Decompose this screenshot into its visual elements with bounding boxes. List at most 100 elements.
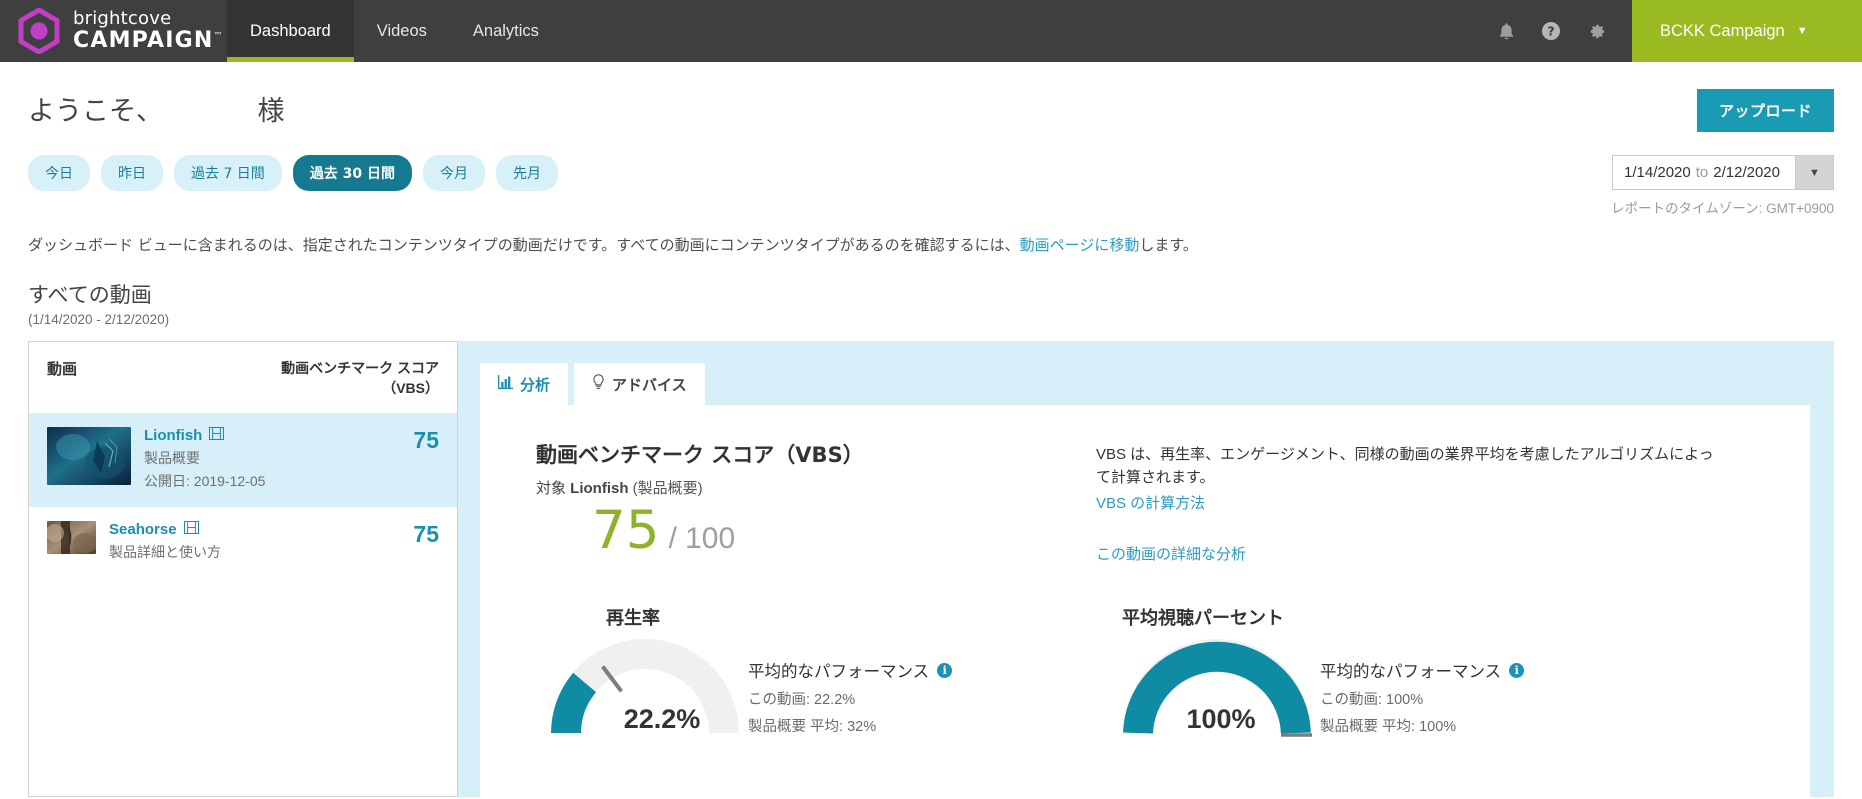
chip-last-7-days[interactable]: 過去 7 日間 bbox=[174, 155, 282, 191]
video-strip-icon bbox=[184, 521, 199, 538]
bell-icon[interactable] bbox=[1498, 22, 1515, 41]
section-subtitle: (1/14/2020 - 2/12/2020) bbox=[28, 312, 1834, 327]
welcome-row: ようこそ、 様 アップロード bbox=[28, 62, 1834, 132]
vbs-score-denominator: / 100 bbox=[668, 522, 735, 556]
gear-icon[interactable] bbox=[1587, 22, 1606, 41]
main-nav-tabs: Dashboard Videos Analytics bbox=[227, 0, 562, 62]
gauge-label-play-rate: 再生率 bbox=[606, 604, 1116, 630]
video-list-item-seahorse[interactable]: Seahorse 製品詳細と使い方 75 bbox=[29, 507, 457, 575]
tab-advice[interactable]: アドバイス bbox=[574, 363, 705, 405]
video-title[interactable]: Seahorse bbox=[109, 521, 388, 538]
video-list-panel: 動画 動画ベンチマーク スコア （VBS） bbox=[28, 341, 458, 797]
column-header-video: 動画 bbox=[47, 358, 77, 399]
gauge-body-avg-view: 100% 平均的なパフォーマンス i この動画: 100% 製品概要 平均: 1… bbox=[1122, 638, 1770, 738]
gauge-line-average: 製品概要 平均: 32% bbox=[748, 715, 952, 736]
nav-tab-dashboard[interactable]: Dashboard bbox=[227, 0, 354, 62]
top-navigation-bar: brightcove CAMPAIGN™ Dashboard Videos An… bbox=[0, 0, 1862, 62]
gauge-value-avg-view: 100% bbox=[1122, 704, 1312, 735]
column-header-vbs-line2: （VBS） bbox=[281, 378, 439, 398]
date-range-from: 1/14/2020 bbox=[1624, 164, 1691, 181]
gauge-line-this-video: この動画: 22.2% bbox=[748, 688, 952, 709]
vbs-subject: 対象 Lionfish (製品概要) bbox=[536, 477, 1096, 498]
chevron-down-icon: ▼ bbox=[1797, 26, 1808, 37]
gauge-chart-avg-view: 100% bbox=[1122, 638, 1312, 738]
chip-last-month[interactable]: 先月 bbox=[496, 155, 558, 191]
chip-last-30-days[interactable]: 過去 30 日間 bbox=[293, 155, 412, 191]
vbs-score-display: 75 / 100 bbox=[536, 504, 1096, 557]
gauge-performance-play-rate: 平均的なパフォーマンス i bbox=[748, 658, 952, 682]
vbs-subject-type: (製品概要) bbox=[629, 480, 703, 497]
nav-right-group: ? BCKK Campaign ▼ bbox=[1498, 0, 1862, 62]
date-range-chip-group: 今日 昨日 過去 7 日間 過去 30 日間 今月 先月 bbox=[28, 155, 558, 191]
analysis-panel-body: 動画ベンチマーク スコア（VBS） 対象 Lionfish (製品概要) 75 … bbox=[480, 405, 1810, 797]
video-content-type: 製品概要 bbox=[144, 448, 388, 468]
nav-tab-analytics[interactable]: Analytics bbox=[450, 0, 562, 62]
date-range-dropdown-toggle[interactable]: ▼ bbox=[1795, 156, 1833, 189]
chip-today[interactable]: 今日 bbox=[28, 155, 90, 191]
vbs-summary-row: 動画ベンチマーク スコア（VBS） 対象 Lionfish (製品概要) 75 … bbox=[536, 439, 1770, 565]
video-title[interactable]: Lionfish bbox=[144, 427, 388, 444]
account-menu[interactable]: BCKK Campaign ▼ bbox=[1632, 0, 1862, 62]
date-range-value[interactable]: 1/14/2020 to 2/12/2020 bbox=[1613, 156, 1795, 189]
bar-chart-icon bbox=[498, 375, 513, 393]
trademark-symbol: ™ bbox=[213, 32, 223, 42]
gauge-label-avg-view: 平均視聴パーセント bbox=[1122, 604, 1770, 630]
gauge-performance-avg-view: 平均的なパフォーマンス i bbox=[1320, 658, 1524, 682]
info-icon[interactable]: i bbox=[937, 663, 952, 678]
help-icon[interactable]: ? bbox=[1541, 21, 1561, 41]
brand-name-bottom: CAMPAIGN™ bbox=[73, 30, 224, 52]
tab-analysis[interactable]: 分析 bbox=[480, 363, 568, 405]
gauge-stats-play-rate: 平均的なパフォーマンス i この動画: 22.2% 製品概要 平均: 32% bbox=[748, 658, 952, 738]
description-part-1: ダッシュボード ビューに含まれるのは、指定されたコンテンツタイプの動画だけです。… bbox=[28, 236, 1020, 254]
page-content: ようこそ、 様 アップロード 今日 昨日 過去 7 日間 過去 30 日間 今月… bbox=[0, 62, 1862, 797]
brand-name-top: brightcove bbox=[73, 10, 224, 28]
video-vbs-score: 75 bbox=[413, 521, 439, 548]
dashboard-description: ダッシュボード ビューに含まれるのは、指定されたコンテンツタイプの動画だけです。… bbox=[28, 234, 1834, 257]
info-icon[interactable]: i bbox=[1509, 663, 1524, 678]
nav-tab-videos[interactable]: Videos bbox=[354, 0, 450, 62]
video-detail-analysis-link[interactable]: この動画の詳細な分析 bbox=[1096, 543, 1716, 564]
nav-tab-videos-label: Videos bbox=[377, 22, 427, 41]
nav-tab-analytics-label: Analytics bbox=[473, 22, 539, 41]
video-content-type: 製品詳細と使い方 bbox=[109, 542, 388, 562]
account-name: BCKK Campaign bbox=[1660, 22, 1785, 41]
description-part-2: します。 bbox=[1139, 236, 1198, 254]
brand-logo[interactable]: brightcove CAMPAIGN™ bbox=[0, 0, 227, 62]
analytics-panel: 分析 アドバイス 動画ベンチマーク スコア（ bbox=[458, 341, 1834, 797]
date-range-picker-group: 1/14/2020 to 2/12/2020 ▼ レポートのタイムゾーン: GM… bbox=[1611, 155, 1834, 217]
chevron-down-icon: ▼ bbox=[1809, 167, 1820, 179]
gauge-line-average: 製品概要 平均: 100% bbox=[1320, 715, 1524, 736]
vbs-calculation-link[interactable]: VBS の計算方法 bbox=[1096, 492, 1716, 513]
vbs-score-value: 75 bbox=[592, 504, 659, 557]
chip-this-month[interactable]: 今月 bbox=[423, 155, 485, 191]
date-range-to: 2/12/2020 bbox=[1713, 164, 1780, 181]
brightcove-hexagon-icon bbox=[16, 8, 62, 54]
video-item-meta: Lionfish 製品概要 公開日: 2019-12-05 bbox=[144, 427, 388, 491]
vbs-subject-prefix: 対象 bbox=[536, 480, 570, 497]
date-range-picker[interactable]: 1/14/2020 to 2/12/2020 ▼ bbox=[1612, 155, 1834, 190]
video-list-item-lionfish[interactable]: Lionfish 製品概要 公開日: 2019-12-05 bbox=[29, 412, 457, 507]
welcome-heading: ようこそ、 様 bbox=[28, 89, 285, 128]
gauge-performance-label: 平均的なパフォーマンス bbox=[748, 658, 929, 682]
dashboard-split: 動画 動画ベンチマーク スコア （VBS） bbox=[28, 341, 1834, 797]
gauge-block-play-rate: 再生率 22.2 bbox=[536, 604, 1116, 738]
vbs-summary-right: VBS は、再生率、エンゲージメント、同様の動画の業界平均を考慮したアルゴリズム… bbox=[1096, 439, 1716, 565]
videos-page-link[interactable]: 動画ページに移動 bbox=[1020, 236, 1140, 254]
chip-yesterday[interactable]: 昨日 bbox=[101, 155, 163, 191]
vbs-subject-name: Lionfish bbox=[570, 480, 628, 497]
svg-text:?: ? bbox=[1547, 24, 1554, 39]
upload-button[interactable]: アップロード bbox=[1697, 89, 1834, 132]
nav-tab-dashboard-label: Dashboard bbox=[250, 22, 331, 41]
video-vbs-score: 75 bbox=[413, 427, 439, 454]
gauge-body-play-rate: 22.2% 平均的なパフォーマンス i この動画: 22.2% 製品概要 平均:… bbox=[550, 638, 1116, 738]
vbs-title: 動画ベンチマーク スコア（VBS） bbox=[536, 439, 1096, 469]
column-header-vbs-line1: 動画ベンチマーク スコア bbox=[281, 358, 439, 378]
gauge-chart-play-rate: 22.2% bbox=[550, 638, 740, 738]
video-strip-icon bbox=[209, 427, 224, 444]
video-list-header: 動画 動画ベンチマーク スコア （VBS） bbox=[29, 342, 457, 413]
gauge-line-this-video: この動画: 100% bbox=[1320, 688, 1524, 709]
video-title-text: Seahorse bbox=[109, 521, 177, 538]
gauge-stats-avg-view: 平均的なパフォーマンス i この動画: 100% 製品概要 平均: 100% bbox=[1320, 658, 1524, 738]
analytics-tab-bar: 分析 アドバイス bbox=[480, 363, 1810, 405]
filter-row: 今日 昨日 過去 7 日間 過去 30 日間 今月 先月 1/14/2020 t… bbox=[28, 155, 1834, 217]
